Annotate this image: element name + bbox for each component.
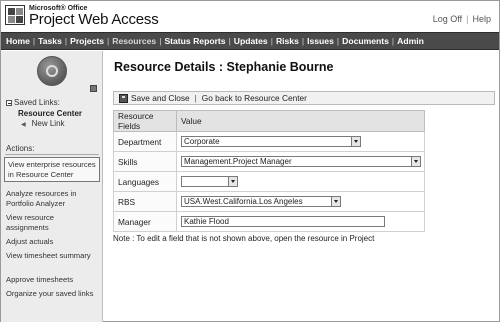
tab-documents[interactable]: Documents [342, 36, 389, 46]
action-view-resource-assignments[interactable]: View resource assignments [6, 213, 98, 232]
tab-admin[interactable]: Admin [397, 36, 424, 46]
app-window: Microsoft® Office Project Web Access Log… [0, 0, 500, 322]
languages-select[interactable] [181, 176, 238, 187]
action-analyze-resources[interactable]: Analyze resources in Portfolio Analyzer [6, 189, 98, 208]
tab-resources[interactable]: Resources [112, 36, 156, 46]
project-emblem-icon [37, 56, 67, 86]
field-label: RBS [113, 191, 177, 212]
tab-tasks[interactable]: Tasks [38, 36, 62, 46]
tab-issues[interactable]: Issues [307, 36, 334, 46]
actions-header: Actions: [6, 144, 35, 153]
table-row: Languages [113, 171, 425, 192]
action-approve-timesheets[interactable]: Approve timesheets [6, 275, 98, 285]
office-logo-icon [5, 5, 25, 25]
column-header: Resource Fields [113, 110, 177, 132]
manager-field[interactable]: Kathie Flood [181, 216, 385, 227]
separator: | [466, 14, 469, 24]
tab-risks[interactable]: Risks [276, 36, 299, 46]
divider [5, 154, 99, 155]
field-label: Manager [113, 211, 177, 232]
toolbar: Save and Close | Go back to Resource Cen… [113, 91, 495, 105]
field-label: Skills [113, 151, 177, 172]
table-header-row: Resource Fields Value [113, 110, 425, 132]
select-value: USA.West.California.Los Angeles [184, 197, 303, 206]
saved-links-header[interactable]: Saved Links: [6, 98, 60, 107]
top-links: Log Off | Help [433, 14, 491, 24]
chevron-down-icon[interactable] [411, 157, 420, 166]
collapse-pane-icon[interactable] [90, 85, 97, 92]
skills-select[interactable]: Management.Project Manager [181, 156, 421, 167]
table-row: Skills Management.Project Manager [113, 151, 425, 172]
save-icon [119, 93, 128, 103]
field-label: Department [113, 131, 177, 152]
log-off-link[interactable]: Log Off [433, 14, 462, 24]
page-title: Resource Details : Stephanie Bourne [114, 60, 334, 74]
table-row: RBS USA.West.California.Los Angeles [113, 191, 425, 212]
table-row: Manager Kathie Flood [113, 211, 425, 232]
header: Microsoft® Office Project Web Access Log… [1, 1, 499, 32]
brand-title: Project Web Access [29, 11, 159, 28]
sidebar: Saved Links: Resource Center ◀ New Link A… [1, 51, 103, 322]
select-value: Management.Project Manager [184, 157, 292, 166]
go-back-link[interactable]: Go back to Resource Center [202, 93, 307, 103]
tab-projects[interactable]: Projects [70, 36, 104, 46]
new-link-icon: ◀ [21, 122, 26, 128]
field-label: Languages [113, 171, 177, 192]
help-link[interactable]: Help [472, 14, 491, 24]
resource-fields-table: Resource Fields Value Department Corpora… [113, 110, 425, 232]
collapse-minus-icon [6, 99, 12, 106]
select-value: Corporate [184, 137, 220, 146]
sidebar-item-resource-center[interactable]: Resource Center [18, 109, 82, 118]
chevron-down-icon[interactable] [228, 177, 237, 186]
action-view-timesheet-summary[interactable]: View timesheet summary [6, 251, 98, 261]
chevron-down-icon[interactable] [351, 137, 360, 146]
action-view-enterprise-resources[interactable]: View enterprise resources in Resource Ce… [4, 157, 100, 183]
nav-bar: Home | Tasks | Projects | Resources | Status… [1, 32, 499, 50]
action-organize-saved-links[interactable]: Organize your saved links [6, 289, 98, 299]
table-row: Department Corporate [113, 131, 425, 152]
column-header: Value [176, 110, 425, 132]
save-and-close-button[interactable]: Save and Close [131, 93, 190, 103]
edit-note: Note : To edit a field that is not shown… [113, 234, 375, 243]
new-link[interactable]: ◀ New Link [21, 119, 65, 128]
tab-updates[interactable]: Updates [234, 36, 268, 46]
department-select[interactable]: Corporate [181, 136, 361, 147]
action-adjust-actuals[interactable]: Adjust actuals [6, 237, 98, 247]
tab-home[interactable]: Home [6, 36, 30, 46]
tab-status-reports[interactable]: Status Reports [164, 36, 225, 46]
chevron-down-icon[interactable] [331, 197, 340, 206]
rbs-select[interactable]: USA.West.California.Los Angeles [181, 196, 341, 207]
